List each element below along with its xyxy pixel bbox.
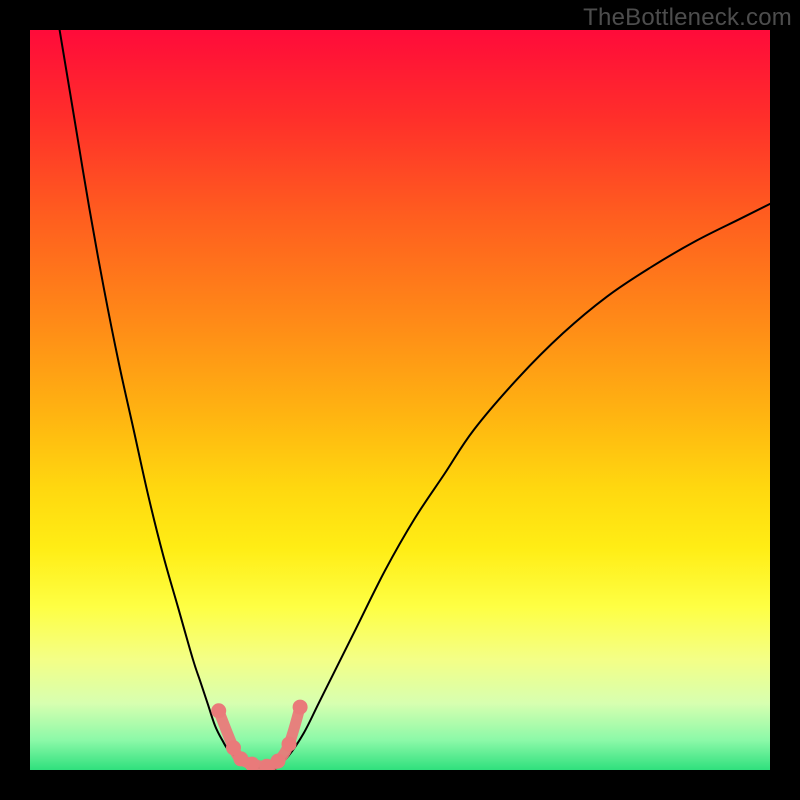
chart-svg <box>30 30 770 770</box>
marker-group <box>211 700 307 770</box>
watermark-text: TheBottleneck.com <box>583 4 792 32</box>
plot-area <box>30 30 770 770</box>
curve-group <box>60 30 770 770</box>
marker-dot <box>211 703 226 718</box>
series-left-curve <box>60 30 275 770</box>
marker-dot <box>293 700 308 715</box>
marker-dot <box>270 754 285 769</box>
marker-dot <box>282 737 297 752</box>
series-right-curve <box>274 204 770 770</box>
chart-frame: TheBottleneck.com <box>0 0 800 800</box>
